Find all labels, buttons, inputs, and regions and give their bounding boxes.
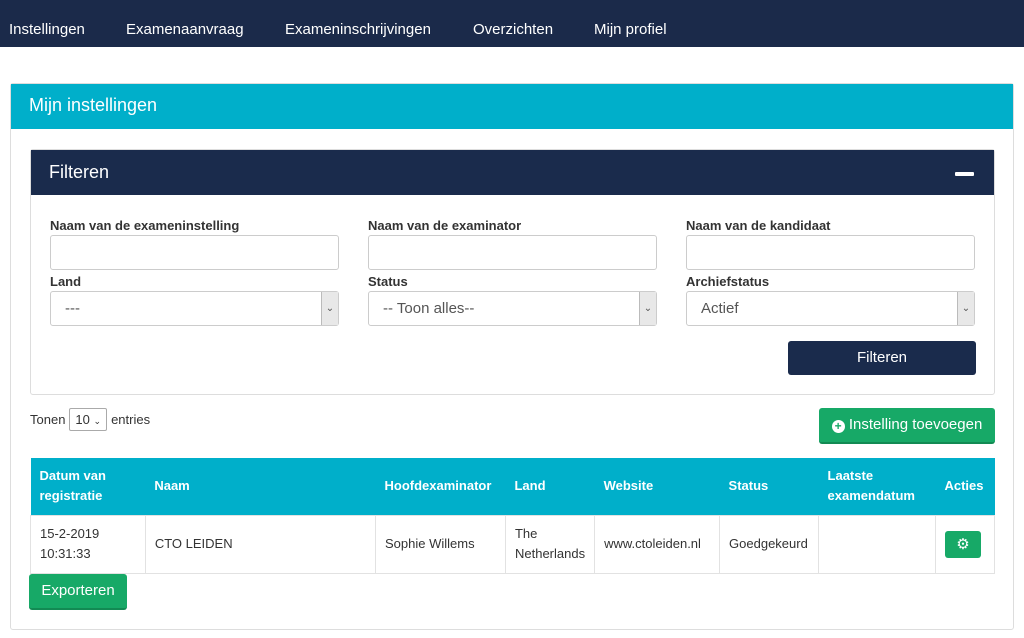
col-header: Acties xyxy=(935,458,995,515)
field-label: Naam van de exameninstelling xyxy=(50,218,240,233)
status-select[interactable]: -- Toon alles-- ⌄ xyxy=(368,291,657,326)
panel-title: Mijn instellingen xyxy=(11,84,1013,129)
col-header[interactable]: Naam xyxy=(145,458,376,515)
chevron-down-icon: ⌄ xyxy=(957,292,974,325)
filter-panel: Filteren Naam van de exameninstelling Na… xyxy=(30,149,995,395)
nav-exameninschrijvingen[interactable]: Exameninschrijvingen xyxy=(285,21,431,38)
plus-circle-icon: + xyxy=(831,420,845,433)
country-select[interactable]: --- ⌄ xyxy=(50,291,339,326)
add-institution-button[interactable]: + Instelling toevoegen xyxy=(819,408,995,444)
field-label: Archiefstatus xyxy=(686,274,770,289)
col-header[interactable]: Website xyxy=(594,458,720,515)
nav-overzichten[interactable]: Overzichten xyxy=(473,21,553,38)
collapse-icon[interactable] xyxy=(955,172,974,176)
cell-date: 15-2-2019 10:31:33 xyxy=(30,514,146,574)
cell-status: Goedgekeurd xyxy=(719,514,820,574)
cell-country: The Netherlands xyxy=(504,514,596,574)
settings-panel: Mijn instellingen Filteren Naam van de e… xyxy=(10,83,1014,630)
col-header[interactable]: Datum van registratie xyxy=(30,458,146,515)
cell-website: www.ctoleiden.nl xyxy=(594,514,721,574)
nav-mijn-profiel[interactable]: Mijn profiel xyxy=(594,21,667,38)
candidate-name-input[interactable] xyxy=(686,235,975,270)
page-length: Tonen 10 ⌄ entries xyxy=(30,408,150,431)
col-header[interactable]: Laatste examendatum xyxy=(818,458,936,515)
field-label: Naam van de kandidaat xyxy=(686,218,831,233)
col-header[interactable]: Land xyxy=(505,458,595,515)
table-row: 15-2-2019 10:31:33 CTO LEIDEN Sophie Wil… xyxy=(30,514,996,574)
chevron-down-icon: ⌄ xyxy=(639,292,656,325)
institution-name-input[interactable] xyxy=(50,235,339,270)
gear-icon[interactable]: ⚙ xyxy=(944,530,981,558)
field-label: Status xyxy=(368,274,408,289)
field-label: Land xyxy=(50,274,82,289)
col-header[interactable]: Hoofdexaminator xyxy=(375,458,506,515)
nav-examenaanvraag[interactable]: Examenaanvraag xyxy=(126,21,244,38)
page-length-select[interactable]: 10 ⌄ xyxy=(69,408,108,431)
cell-examiner: Sophie Willems xyxy=(375,514,506,574)
filter-button[interactable]: Filteren xyxy=(788,341,976,375)
institutions-table: Datum van registratie Naam Hoofdexaminat… xyxy=(30,458,996,574)
chevron-down-icon: ⌄ xyxy=(93,416,102,426)
filter-title: Filteren xyxy=(49,162,110,182)
chevron-down-icon: ⌄ xyxy=(321,292,338,325)
examiner-name-input[interactable] xyxy=(368,235,657,270)
archive-status-select[interactable]: Actief ⌄ xyxy=(686,291,975,326)
cell-last-exam xyxy=(818,514,936,574)
export-button[interactable]: Exporteren xyxy=(29,574,127,610)
nav-instellingen[interactable]: Instellingen xyxy=(9,21,85,38)
cell-name: CTO LEIDEN xyxy=(144,514,377,574)
field-label: Naam van de examinator xyxy=(368,218,522,233)
top-nav: Instellingen Examenaanvraag Exameninschr… xyxy=(0,0,1024,47)
col-header[interactable]: Status xyxy=(719,458,819,515)
